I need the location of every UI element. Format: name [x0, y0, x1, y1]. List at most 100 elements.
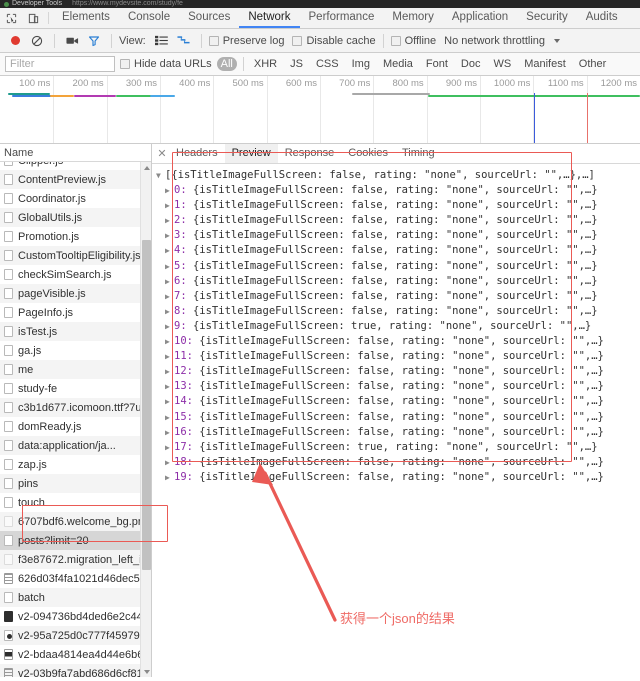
- json-entry[interactable]: ▶ 6: {isTitleImageFullScreen: false, rati…: [156, 274, 640, 289]
- tab-audits[interactable]: Audits: [577, 8, 627, 28]
- json-entry[interactable]: ▶ 8: {isTitleImageFullScreen: false, rati…: [156, 304, 640, 319]
- json-preview-viewport[interactable]: ▼ [{isTitleImageFullScreen: false, rating…: [152, 164, 640, 677]
- disable-cache-checkbox[interactable]: Disable cache: [292, 35, 376, 47]
- json-entry[interactable]: ▶ 18: {isTitleImageFullScreen: false, rat…: [156, 455, 640, 470]
- request-row[interactable]: v2-95a725d0c777f459794388c: [0, 626, 151, 645]
- request-row[interactable]: CustomTooltipEligibility.js: [0, 246, 151, 265]
- request-row[interactable]: batch: [0, 588, 151, 607]
- triangle-right-icon[interactable]: ▶: [165, 471, 174, 485]
- network-throttling-dropdown[interactable]: No network throttling: [444, 35, 561, 47]
- filter-funnel-icon[interactable]: [84, 31, 104, 51]
- triangle-right-icon[interactable]: ▶: [165, 244, 174, 258]
- request-row[interactable]: PageInfo.js: [0, 303, 151, 322]
- list-view-icon[interactable]: [152, 31, 172, 51]
- request-row[interactable]: v2-094736bd4ded6e2c44fd11: [0, 607, 151, 626]
- json-entry[interactable]: ▶ 19: {isTitleImageFullScreen: false, rat…: [156, 470, 640, 485]
- scroll-up-arrow-icon[interactable]: [141, 162, 152, 173]
- request-row[interactable]: 6707bdf6.welcome_bg.png: [0, 512, 151, 531]
- filter-type-media[interactable]: Media: [379, 57, 417, 71]
- json-root-node[interactable]: ▼ [{isTitleImageFullScreen: false, rating…: [156, 168, 640, 183]
- detail-tab-preview[interactable]: Preview: [224, 144, 278, 163]
- filter-input[interactable]: [5, 56, 115, 72]
- triangle-right-icon[interactable]: ▶: [165, 320, 174, 334]
- filter-type-manifest[interactable]: Manifest: [520, 57, 570, 71]
- request-row[interactable]: v2-03b9fa7abd686d6cf81b477: [0, 664, 151, 677]
- json-entry[interactable]: ▶ 9: {isTitleImageFullScreen: true, ratin…: [156, 319, 640, 334]
- request-row[interactable]: data:application/ja...: [0, 436, 151, 455]
- request-row[interactable]: me: [0, 360, 151, 379]
- toggle-device-toolbar-icon[interactable]: [22, 8, 44, 28]
- triangle-right-icon[interactable]: ▶: [165, 350, 174, 364]
- request-row[interactable]: v2-bdaa4814ea4d44e6b6e334: [0, 645, 151, 664]
- filter-type-all[interactable]: All: [216, 57, 237, 71]
- triangle-right-icon[interactable]: ▶: [165, 199, 174, 213]
- json-entry[interactable]: ▶ 17: {isTitleImageFullScreen: true, rati…: [156, 440, 640, 455]
- triangle-right-icon[interactable]: ▶: [165, 335, 174, 349]
- triangle-right-icon[interactable]: ▶: [165, 229, 174, 243]
- request-row[interactable]: c3b1d677.icomoon.ttf?7uv23k: [0, 398, 151, 417]
- json-entry[interactable]: ▶ 5: {isTitleImageFullScreen: false, rati…: [156, 259, 640, 274]
- scroll-down-arrow-icon[interactable]: [141, 666, 152, 677]
- triangle-right-icon[interactable]: ▶: [165, 290, 174, 304]
- json-entry[interactable]: ▶ 4: {isTitleImageFullScreen: false, rati…: [156, 243, 640, 258]
- filter-type-ws[interactable]: WS: [489, 57, 515, 71]
- request-row[interactable]: ga.js: [0, 341, 151, 360]
- json-entry[interactable]: ▶ 2: {isTitleImageFullScreen: false, rati…: [156, 213, 640, 228]
- triangle-down-icon[interactable]: ▼: [156, 169, 165, 183]
- json-entry[interactable]: ▶ 0: {isTitleImageFullScreen: false, rati…: [156, 183, 640, 198]
- scrollbar-thumb[interactable]: [142, 240, 151, 570]
- tab-elements[interactable]: Elements: [53, 8, 119, 28]
- hide-data-urls-checkbox[interactable]: Hide data URLs: [120, 58, 212, 70]
- json-entry[interactable]: ▶ 13: {isTitleImageFullScreen: false, rat…: [156, 379, 640, 394]
- filter-type-xhr[interactable]: XHR: [250, 57, 281, 71]
- waterfall-view-icon[interactable]: [174, 31, 194, 51]
- record-button-icon[interactable]: [5, 31, 25, 51]
- json-entry[interactable]: ▶ 14: {isTitleImageFullScreen: false, rat…: [156, 394, 640, 409]
- triangle-right-icon[interactable]: ▶: [165, 260, 174, 274]
- tab-security[interactable]: Security: [517, 8, 577, 28]
- triangle-right-icon[interactable]: ▶: [165, 184, 174, 198]
- request-row-selected[interactable]: posts?limit=20: [0, 531, 151, 550]
- filter-type-css[interactable]: CSS: [312, 57, 343, 71]
- filter-type-doc[interactable]: Doc: [457, 57, 485, 71]
- request-row[interactable]: study-fe: [0, 379, 151, 398]
- tab-performance[interactable]: Performance: [300, 8, 384, 28]
- request-row[interactable]: Promotion.js: [0, 227, 151, 246]
- triangle-right-icon[interactable]: ▶: [165, 365, 174, 379]
- detail-tab-headers[interactable]: Headers: [169, 144, 225, 163]
- inspect-element-icon[interactable]: [0, 8, 22, 28]
- detail-tab-response[interactable]: Response: [278, 144, 342, 163]
- request-row[interactable]: Coordinator.js: [0, 189, 151, 208]
- request-row[interactable]: domReady.js: [0, 417, 151, 436]
- request-row[interactable]: 626d03f4fa1021d46dec5b5bb: [0, 569, 151, 588]
- request-row[interactable]: zap.js: [0, 455, 151, 474]
- request-row[interactable]: ContentPreview.js: [0, 170, 151, 189]
- tab-console[interactable]: Console: [119, 8, 179, 28]
- request-row[interactable]: checkSimSearch.js: [0, 265, 151, 284]
- triangle-right-icon[interactable]: ▶: [165, 456, 174, 470]
- filter-type-font[interactable]: Font: [422, 57, 452, 71]
- filter-type-other[interactable]: Other: [575, 57, 611, 71]
- request-row[interactable]: GlobalUtils.js: [0, 208, 151, 227]
- json-entry[interactable]: ▶ 11: {isTitleImageFullScreen: false, rat…: [156, 349, 640, 364]
- triangle-right-icon[interactable]: ▶: [165, 305, 174, 319]
- triangle-right-icon[interactable]: ▶: [165, 395, 174, 409]
- filter-type-js[interactable]: JS: [286, 57, 307, 71]
- offline-checkbox[interactable]: Offline: [390, 35, 436, 47]
- camera-icon[interactable]: [62, 31, 82, 51]
- tab-memory[interactable]: Memory: [383, 8, 443, 28]
- request-row[interactable]: isTest.js: [0, 322, 151, 341]
- network-overview-timeline[interactable]: 100 ms 200 ms 300 ms 400 ms 500 ms 600 ms 700 …: [0, 76, 640, 144]
- tab-sources[interactable]: Sources: [179, 8, 239, 28]
- json-entry[interactable]: ▶ 1: {isTitleImageFullScreen: false, rati…: [156, 198, 640, 213]
- triangle-right-icon[interactable]: ▶: [165, 275, 174, 289]
- json-entry[interactable]: ▶ 16: {isTitleImageFullScreen: false, rat…: [156, 425, 640, 440]
- close-icon[interactable]: ✕: [155, 147, 169, 160]
- preserve-log-checkbox[interactable]: Preserve log: [208, 35, 284, 47]
- json-entry[interactable]: ▶ 7: {isTitleImageFullScreen: false, rati…: [156, 289, 640, 304]
- triangle-right-icon[interactable]: ▶: [165, 214, 174, 228]
- triangle-right-icon[interactable]: ▶: [165, 441, 174, 455]
- tab-application[interactable]: Application: [443, 8, 517, 28]
- request-row[interactable]: pageVisible.js: [0, 284, 151, 303]
- request-row[interactable]: pins: [0, 474, 151, 493]
